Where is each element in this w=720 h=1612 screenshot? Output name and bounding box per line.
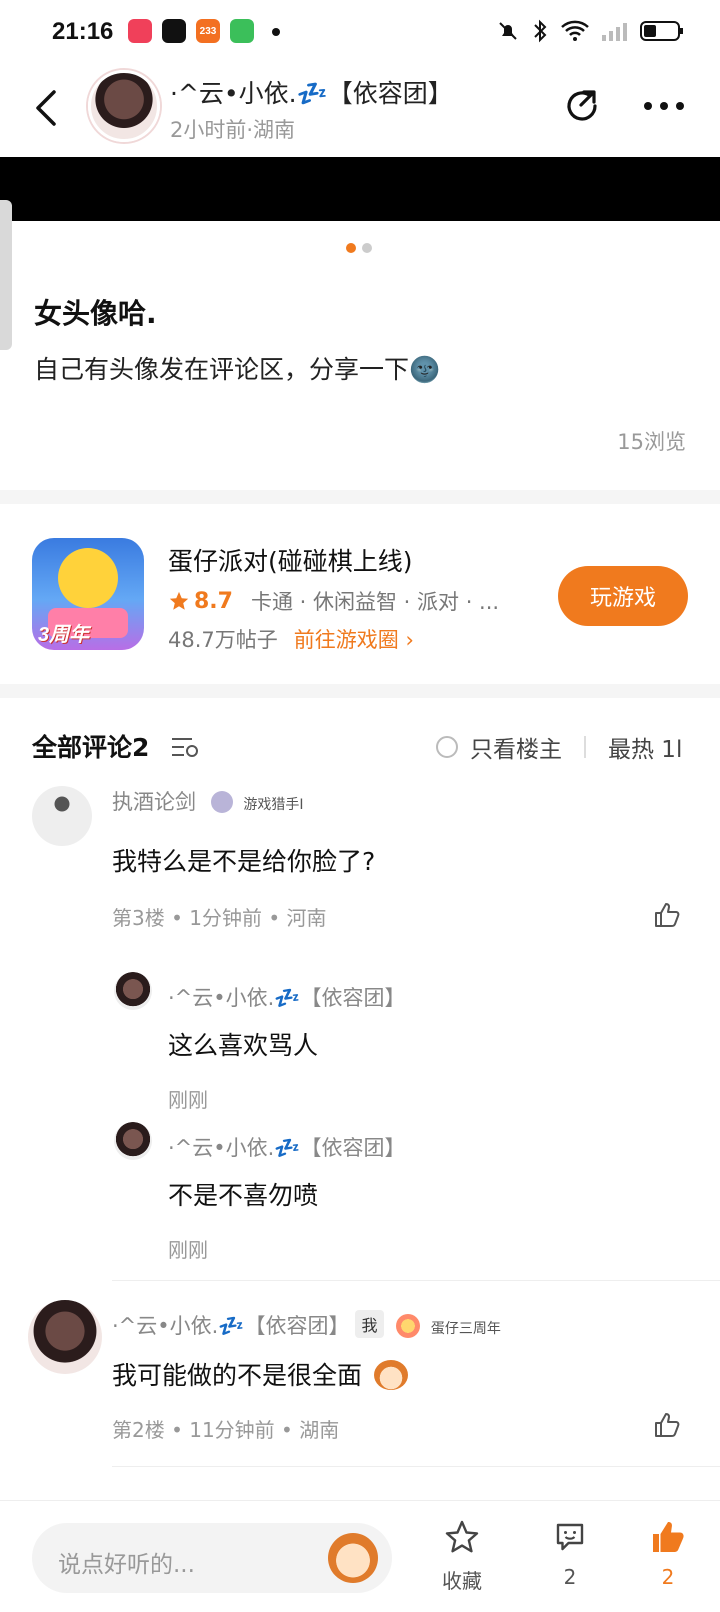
battery-icon	[640, 21, 683, 41]
notification-dot-icon	[272, 28, 280, 36]
comment-count: 2	[563, 1565, 577, 1589]
filter-icon[interactable]	[170, 734, 200, 760]
reply-text: 这么喜欢骂人	[168, 1031, 319, 1060]
status-time: 21:16	[52, 18, 114, 45]
comment-input[interactable]: 说点好听的...	[32, 1523, 392, 1593]
comments-title: 全部评论2	[32, 733, 150, 762]
reply-time: 刚刚	[168, 1088, 208, 1112]
play-game-button[interactable]: 玩游戏	[558, 566, 688, 626]
side-handle[interactable]	[0, 200, 12, 350]
reply-avatar[interactable]	[114, 1122, 152, 1160]
bluetooth-icon	[534, 19, 547, 43]
reply-time: 刚刚	[168, 1238, 208, 1262]
game-rating-row: 8.7 卡通 · 休闲益智 · 派对 · ...	[168, 586, 499, 616]
favorite-label: 收藏	[442, 1569, 482, 1593]
only-op-label[interactable]: 只看楼主	[470, 730, 562, 764]
like-post-button[interactable]: 2	[638, 1519, 698, 1589]
share-icon[interactable]	[562, 86, 602, 126]
bottom-bar: 说点好听的... 收藏 2 2	[0, 1500, 720, 1612]
like-icon[interactable]	[652, 1410, 682, 1440]
comment-input-placeholder: 说点好听的...	[58, 1552, 195, 1578]
post-title: 女头像哈.	[34, 297, 157, 330]
like-icon[interactable]	[652, 900, 682, 930]
back-arrow-icon[interactable]	[30, 86, 64, 130]
post-image[interactable]	[0, 157, 720, 221]
commenter-avatar[interactable]	[32, 786, 92, 846]
game-score: 8.7	[194, 588, 233, 614]
user-badge: 游戏猎手I	[243, 797, 304, 813]
status-bar: 21:16 233	[0, 0, 720, 64]
divider	[0, 684, 720, 698]
commenter-name[interactable]: 执酒论剑 游戏猎手I	[112, 786, 304, 816]
mute-bell-icon	[499, 22, 517, 40]
reply-user-name[interactable]: ·^云•小依.💤【依容团】	[168, 1132, 405, 1162]
like-count: 2	[661, 1565, 675, 1589]
emoji-button-icon[interactable]	[328, 1533, 378, 1583]
post-body: 自己有头像发在评论区，分享一下🌚	[34, 355, 441, 384]
app-233-icon: 233	[196, 19, 220, 43]
view-count: 15浏览	[617, 430, 686, 454]
emoji-sticker-icon	[373, 1360, 408, 1390]
sort-selector[interactable]: 最热 1l	[608, 730, 682, 764]
star-outline-icon	[445, 1520, 479, 1553]
post-header: ·^云•小依.💤【依容团】 2小时前·湖南	[0, 64, 720, 156]
commenter-name[interactable]: ·^云•小依.💤【依容团】我 蛋仔三周年	[112, 1310, 501, 1340]
divider	[112, 1466, 720, 1467]
post-time-location: 2小时前·湖南	[170, 118, 296, 142]
comment-button[interactable]: 2	[540, 1519, 600, 1589]
game-card[interactable]: 3周年 蛋仔派对(碰碰棋上线) 8.7 卡通 · 休闲益智 · 派对 · ...…	[0, 506, 720, 684]
star-icon	[169, 591, 189, 610]
divider	[0, 490, 720, 504]
me-badge: 我	[355, 1310, 384, 1338]
comment-meta: 第3楼 • 1分钟前 • 河南	[112, 906, 327, 930]
game-name[interactable]: 蛋仔派对(碰碰棋上线)	[168, 542, 413, 578]
game-circle-link[interactable]: 前往游戏圈 ›	[294, 624, 414, 654]
comment-bubble-icon	[556, 1523, 584, 1551]
comments-header: 全部评论2 只看楼主 最热 1l	[0, 702, 720, 792]
hunter-badge-icon	[210, 791, 233, 813]
comment-meta: 第2楼 • 11分钟前 • 湖南	[112, 1418, 340, 1442]
tiktok-app-icon	[162, 19, 186, 43]
comment-text: 我可能做的不是很全面	[112, 1356, 408, 1392]
reply-user-name[interactable]: ·^云•小依.💤【依容团】	[168, 982, 405, 1012]
user-badge: 蛋仔三周年	[430, 1321, 501, 1337]
store-app-icon	[230, 19, 254, 43]
only-op-radio[interactable]	[436, 736, 458, 758]
reply-avatar[interactable]	[114, 972, 152, 1010]
favorite-button[interactable]: 收藏	[432, 1519, 492, 1594]
more-options-icon[interactable]	[642, 100, 686, 112]
image-pager-dots	[346, 243, 372, 253]
anniversary-badge-icon	[396, 1314, 421, 1338]
divider	[112, 1280, 720, 1281]
game-post-count: 48.7万帖子	[168, 628, 278, 652]
author-avatar[interactable]	[88, 70, 160, 142]
thumbs-up-filled-icon	[653, 1522, 684, 1552]
author-name[interactable]: ·^云•小依.💤【依容团】	[170, 74, 453, 110]
game-icon[interactable]: 3周年	[32, 538, 144, 650]
wifi-icon	[561, 20, 589, 41]
divider	[584, 736, 586, 758]
music-app-icon	[128, 19, 152, 43]
reply-text: 不是不喜勿喷	[168, 1181, 319, 1210]
commenter-avatar[interactable]	[28, 1300, 102, 1374]
signal-icon	[602, 23, 627, 41]
comment-text: 我特么是不是给你脸了?	[112, 847, 376, 876]
game-tags: 卡通 · 休闲益智 · 派对 · ...	[250, 590, 500, 614]
